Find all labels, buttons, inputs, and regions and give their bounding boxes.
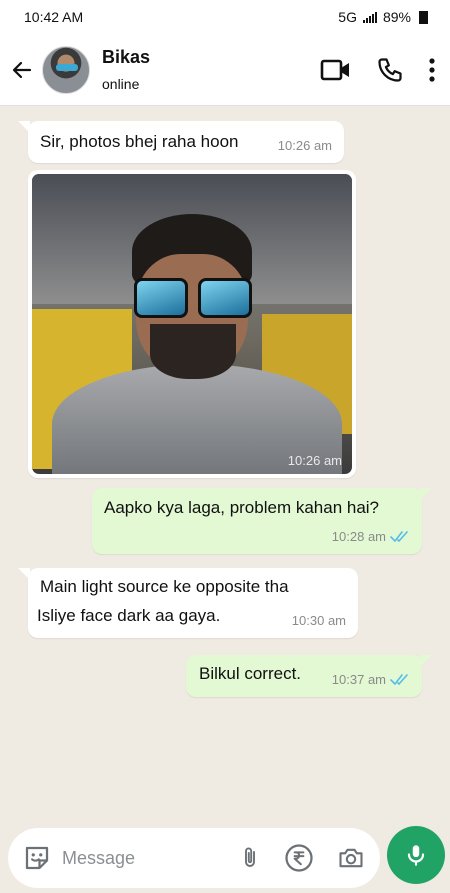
message-time: 10:26 am — [277, 138, 332, 153]
mic-icon — [407, 845, 425, 866]
message-time: 10:37 am — [331, 672, 386, 687]
voice-call-button[interactable] — [376, 56, 404, 84]
message-text: Sir, photos bhej raha hoon — [40, 132, 239, 151]
back-button[interactable] — [2, 34, 42, 106]
battery-level: 89% — [382, 9, 411, 25]
message-text-line: Main light source ke opposite tha — [40, 577, 289, 596]
contact-info[interactable]: Bikas online — [102, 47, 150, 92]
message-time-group: 10:28 am — [332, 524, 410, 550]
rupee-payment-icon — [285, 844, 313, 872]
status-indicators: 5G 89% — [338, 9, 428, 25]
message-photo[interactable]: 10:26 am — [28, 170, 356, 478]
message-composer — [8, 828, 380, 888]
message-incoming[interactable]: Main light source ke opposite tha Isliye… — [18, 568, 358, 638]
contact-name: Bikas — [102, 47, 151, 67]
message-outgoing[interactable]: Bilkul correct. 10:37 am — [186, 655, 432, 697]
header-actions — [320, 56, 450, 84]
avatar[interactable] — [42, 45, 90, 94]
contact-status: online — [102, 76, 140, 92]
photo-image[interactable]: 10:26 am — [32, 174, 352, 474]
video-call-button[interactable] — [320, 58, 352, 82]
video-call-icon — [320, 59, 349, 80]
message-input[interactable] — [62, 847, 202, 869]
message-incoming[interactable]: Sir, photos bhej raha hoon 10:26 am — [18, 121, 344, 163]
voice-record-button[interactable] — [387, 826, 445, 884]
camera-icon — [339, 848, 363, 868]
message-time: 10:26 am — [287, 453, 342, 468]
battery-icon — [419, 10, 428, 24]
phone-icon — [378, 57, 402, 82]
message-time: 10:30 am — [291, 613, 346, 628]
message-outgoing[interactable]: Aapko kya laga, problem kahan hai? 10:28… — [92, 488, 432, 554]
attachment-icon — [245, 847, 255, 867]
attach-button[interactable] — [238, 844, 262, 872]
chat-header: Bikas online — [0, 34, 450, 106]
message-text-line: Isliye face dark aa gaya. — [37, 606, 221, 625]
status-time: 10:42 AM — [24, 9, 84, 25]
message-time-group: 10:37 am — [332, 667, 410, 693]
chat-area[interactable]: Sir, photos bhej raha hoon 10:26 am 10:2… — [0, 106, 450, 826]
signal-icon — [362, 11, 377, 23]
more-options-icon — [429, 57, 435, 82]
message-text: Aapko kya laga, problem kahan hai? — [104, 498, 380, 517]
message-time: 10:28 am — [331, 529, 386, 544]
payment-button[interactable] — [284, 843, 314, 873]
status-bar: 10:42 AM 5G 89% — [0, 0, 450, 34]
back-arrow-icon — [12, 61, 32, 78]
camera-button[interactable] — [336, 844, 366, 872]
sticker-button[interactable] — [22, 843, 52, 873]
message-text: Bilkul correct. — [199, 664, 302, 683]
sticker-icon — [25, 846, 49, 870]
more-options-button[interactable] — [428, 57, 436, 83]
composer-actions — [238, 843, 366, 873]
network-label: 5G — [338, 9, 357, 25]
double-check-icon — [390, 674, 408, 685]
double-check-icon — [390, 531, 408, 542]
